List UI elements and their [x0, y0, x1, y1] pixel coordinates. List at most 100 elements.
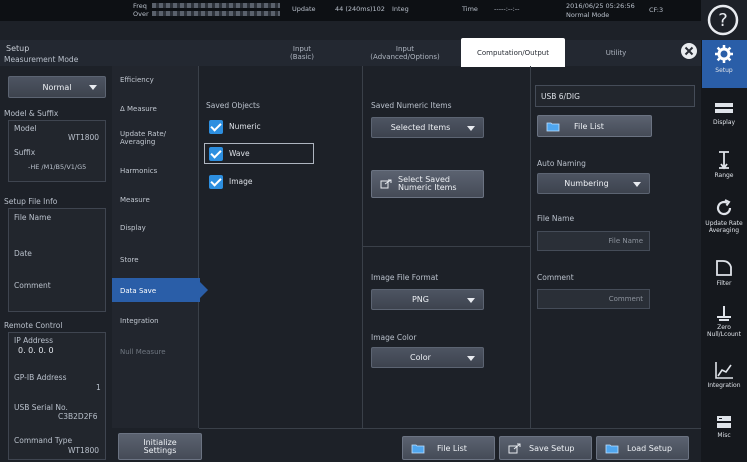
sidebar-item-filter[interactable]: Filter: [701, 258, 747, 298]
update-value: 44 (240ms)102: [335, 5, 385, 13]
help-button[interactable]: ?: [705, 2, 741, 38]
sidebar-item-misc[interactable]: Misc: [701, 414, 747, 454]
zero-icon: [717, 306, 731, 321]
load-setup-button[interactable]: Load Setup: [596, 436, 689, 460]
sidebar-zero-label: Zero Null/Lcount: [707, 324, 741, 338]
chevron-down-icon: [467, 355, 475, 361]
wave-label[interactable]: Wave: [229, 149, 250, 158]
measurement-mode-dropdown[interactable]: Normal: [8, 76, 106, 98]
tab-input-advanced-sub: (Advanced/Options): [370, 53, 440, 61]
nav-item-delta-measure[interactable]: Δ Measure: [112, 105, 194, 113]
tab-utility[interactable]: Utility: [566, 40, 666, 66]
nav-item-display[interactable]: Display: [112, 224, 194, 232]
wave-checkbox[interactable]: [209, 147, 223, 161]
status-badge: CF:3: [649, 6, 664, 14]
setup-date-label: Date: [14, 249, 32, 258]
divider-col-2: [530, 66, 531, 428]
command-type-value: WT1800: [68, 446, 100, 455]
nav-item-update-rate[interactable]: Update Rate/ Averaging: [112, 130, 188, 146]
status-date: 2016/06/25 05:26:56: [566, 2, 635, 10]
load-setup-label: Load Setup: [627, 443, 673, 453]
file-list-button[interactable]: File List: [402, 436, 495, 460]
save-setup-button[interactable]: Save Setup: [499, 436, 592, 460]
chevron-down-icon: [633, 181, 641, 187]
numeric-label[interactable]: Numeric: [229, 122, 261, 131]
svg-text:?: ?: [718, 10, 728, 31]
help-icon: ?: [707, 4, 739, 36]
close-button[interactable]: [680, 42, 698, 60]
tab-input-advanced[interactable]: Input (Advanced/Options): [350, 40, 460, 66]
tab-input-basic-label: Input: [292, 45, 312, 53]
image-label[interactable]: Image: [229, 177, 253, 186]
model-label: Model: [14, 124, 37, 133]
update-icon: [716, 199, 732, 216]
saved-numeric-items-value: Selected Items: [390, 123, 451, 132]
nav-item-measure[interactable]: Measure: [112, 196, 194, 204]
status-mode: Normal Mode: [566, 11, 610, 19]
remote-control-label: Remote Control: [4, 321, 63, 330]
file-name-input[interactable]: File Name: [537, 231, 650, 251]
image-file-format-label: Image File Format: [371, 273, 439, 282]
range-icon: [719, 151, 729, 170]
nav-item-null-measure[interactable]: Null Measure: [112, 348, 194, 356]
close-icon: [681, 43, 697, 59]
usb-serial-value: C3B2D2F6: [58, 412, 98, 421]
auto-naming-label: Auto Naming: [537, 159, 586, 168]
suffix-value: -HE /M1/B5/V1/G5: [28, 163, 87, 171]
nav-list: Efficiency Δ Measure Update Rate/ Averag…: [112, 66, 208, 428]
sidebar-item-integration[interactable]: Integration: [701, 360, 747, 400]
image-color-dropdown[interactable]: Color: [371, 347, 484, 368]
ip-address-label: IP Address: [14, 336, 53, 345]
numeric-checkbox[interactable]: [209, 120, 223, 134]
setup-comment-label: Comment: [14, 281, 51, 290]
select-saved-numeric-items-label: Select Saved Numeric Items: [398, 175, 457, 192]
sidebar-filter-label: Filter: [716, 280, 732, 287]
sidebar-item-zero[interactable]: Zero Null/Lcount: [701, 304, 747, 350]
file-list-label-right: File List: [574, 121, 604, 131]
ip-address-value: 0. 0. 0. 0: [18, 346, 54, 355]
tab-input-advanced-label: Input: [395, 45, 415, 53]
sidebar-item-update-rate[interactable]: Update Rate Averaging: [701, 198, 747, 244]
nav-selected-arrow: [200, 282, 208, 298]
nav-item-data-save[interactable]: Data Save: [112, 287, 194, 295]
initialize-settings-button[interactable]: Initialize Settings: [118, 433, 202, 460]
select-saved-numeric-items-button[interactable]: Select Saved Numeric Items: [371, 170, 484, 198]
over-indicator-bar: [152, 11, 280, 16]
auto-naming-dropdown[interactable]: Numbering: [537, 173, 650, 194]
nav-item-harmonics[interactable]: Harmonics: [112, 167, 194, 175]
misc-icon: [717, 416, 731, 428]
nav-item-efficiency[interactable]: Efficiency: [112, 76, 194, 84]
comment-input[interactable]: Comment: [537, 289, 650, 309]
sidebar-item-display[interactable]: Display: [701, 100, 747, 140]
time-label: Time: [462, 5, 478, 13]
sidebar-update-rate-label: Update Rate Averaging: [705, 220, 743, 234]
sidebar-range-label: Range: [714, 172, 734, 179]
sidebar-item-setup[interactable]: Setup: [701, 44, 747, 86]
tab-input-basic[interactable]: Input (Basic): [254, 40, 350, 66]
sidebar-integration-label: Integration: [707, 382, 741, 389]
folder-icon: [546, 122, 560, 131]
saved-numeric-items-dropdown[interactable]: Selected Items: [371, 117, 484, 138]
nav-item-store[interactable]: Store: [112, 256, 194, 264]
model-suffix-label: Model & Suffix: [4, 109, 59, 118]
freq-label: Freq: [133, 2, 147, 10]
nav-item-integration[interactable]: Integration: [112, 317, 194, 325]
divider-row-1: [362, 246, 530, 247]
tab-computation-output-label: Computation/Output: [477, 48, 549, 57]
image-checkbox[interactable]: [209, 175, 223, 189]
save-path-value: USB 6/DIG: [541, 92, 580, 101]
tab-computation-output[interactable]: Computation/Output: [461, 38, 565, 67]
load-icon: [605, 444, 619, 453]
tab-input-basic-sub: (Basic): [290, 53, 314, 61]
comment-label: Comment: [537, 273, 574, 282]
sidebar-setup-label: Setup: [715, 67, 733, 74]
file-list-button-right[interactable]: File List: [537, 115, 652, 137]
freq-indicator-bar: [152, 3, 280, 8]
saved-objects-title: Saved Objects: [206, 101, 260, 110]
display-icon: [715, 103, 733, 113]
sidebar-item-range[interactable]: Range: [701, 150, 747, 190]
image-file-format-dropdown[interactable]: PNG: [371, 289, 484, 310]
sidebar-display-label: Display: [712, 119, 736, 126]
chevron-down-icon: [89, 85, 97, 90]
over-label: Over: [133, 10, 149, 18]
